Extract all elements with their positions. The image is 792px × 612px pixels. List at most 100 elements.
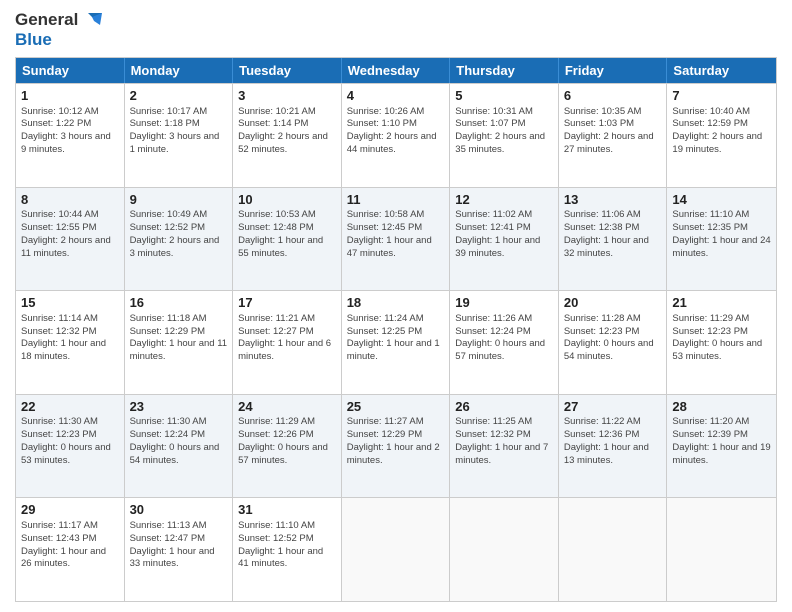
- calendar-cell: 20Sunrise: 11:28 AM Sunset: 12:23 PM Day…: [559, 291, 668, 394]
- day-number: 21: [672, 294, 771, 312]
- calendar-cell: 7Sunrise: 10:40 AM Sunset: 12:59 PM Dayl…: [667, 84, 776, 187]
- day-of-week-header: Monday: [125, 58, 234, 83]
- day-number: 31: [238, 501, 336, 519]
- calendar-cell: [667, 498, 776, 601]
- day-info: Sunrise: 11:28 AM Sunset: 12:23 PM Dayli…: [564, 313, 662, 364]
- calendar-cell: 4Sunrise: 10:26 AM Sunset: 1:10 PM Dayli…: [342, 84, 451, 187]
- calendar-cell: 12Sunrise: 11:02 AM Sunset: 12:41 PM Day…: [450, 188, 559, 291]
- day-of-week-header: Tuesday: [233, 58, 342, 83]
- day-info: Sunrise: 11:29 AM Sunset: 12:26 PM Dayli…: [238, 416, 336, 467]
- header: General Blue: [15, 10, 777, 49]
- calendar-cell: 25Sunrise: 11:27 AM Sunset: 12:29 PM Day…: [342, 395, 451, 498]
- day-number: 5: [455, 87, 553, 105]
- day-info: Sunrise: 10:49 AM Sunset: 12:52 PM Dayli…: [130, 209, 228, 260]
- calendar-row: 15Sunrise: 11:14 AM Sunset: 12:32 PM Day…: [16, 290, 776, 394]
- day-number: 15: [21, 294, 119, 312]
- day-info: Sunrise: 10:12 AM Sunset: 1:22 PM Daylig…: [21, 106, 119, 157]
- day-info: Sunrise: 11:10 AM Sunset: 12:35 PM Dayli…: [672, 209, 771, 260]
- calendar-cell: 3Sunrise: 10:21 AM Sunset: 1:14 PM Dayli…: [233, 84, 342, 187]
- day-info: Sunrise: 11:22 AM Sunset: 12:36 PM Dayli…: [564, 416, 662, 467]
- day-number: 16: [130, 294, 228, 312]
- calendar-cell: 18Sunrise: 11:24 AM Sunset: 12:25 PM Day…: [342, 291, 451, 394]
- calendar-cell: 30Sunrise: 11:13 AM Sunset: 12:47 PM Day…: [125, 498, 234, 601]
- day-number: 10: [238, 191, 336, 209]
- day-number: 7: [672, 87, 771, 105]
- calendar-cell: 27Sunrise: 11:22 AM Sunset: 12:36 PM Day…: [559, 395, 668, 498]
- day-info: Sunrise: 11:24 AM Sunset: 12:25 PM Dayli…: [347, 313, 445, 364]
- day-number: 27: [564, 398, 662, 416]
- day-info: Sunrise: 11:25 AM Sunset: 12:32 PM Dayli…: [455, 416, 553, 467]
- calendar-cell: 13Sunrise: 11:06 AM Sunset: 12:38 PM Day…: [559, 188, 668, 291]
- day-number: 24: [238, 398, 336, 416]
- calendar-cell: 28Sunrise: 11:20 AM Sunset: 12:39 PM Day…: [667, 395, 776, 498]
- calendar-cell: 5Sunrise: 10:31 AM Sunset: 1:07 PM Dayli…: [450, 84, 559, 187]
- day-info: Sunrise: 10:31 AM Sunset: 1:07 PM Daylig…: [455, 106, 553, 157]
- calendar-cell: 10Sunrise: 10:53 AM Sunset: 12:48 PM Day…: [233, 188, 342, 291]
- calendar-row: 8Sunrise: 10:44 AM Sunset: 12:55 PM Dayl…: [16, 187, 776, 291]
- calendar-cell: 6Sunrise: 10:35 AM Sunset: 1:03 PM Dayli…: [559, 84, 668, 187]
- calendar-cell: 11Sunrise: 10:58 AM Sunset: 12:45 PM Day…: [342, 188, 451, 291]
- day-info: Sunrise: 10:35 AM Sunset: 1:03 PM Daylig…: [564, 106, 662, 157]
- day-number: 30: [130, 501, 228, 519]
- calendar-row: 22Sunrise: 11:30 AM Sunset: 12:23 PM Day…: [16, 394, 776, 498]
- day-of-week-header: Sunday: [16, 58, 125, 83]
- day-info: Sunrise: 10:21 AM Sunset: 1:14 PM Daylig…: [238, 106, 336, 157]
- day-of-week-header: Wednesday: [342, 58, 451, 83]
- calendar-cell: 26Sunrise: 11:25 AM Sunset: 12:32 PM Day…: [450, 395, 559, 498]
- calendar-cell: 16Sunrise: 11:18 AM Sunset: 12:29 PM Day…: [125, 291, 234, 394]
- day-number: 6: [564, 87, 662, 105]
- calendar-cell: 15Sunrise: 11:14 AM Sunset: 12:32 PM Day…: [16, 291, 125, 394]
- day-info: Sunrise: 11:13 AM Sunset: 12:47 PM Dayli…: [130, 520, 228, 571]
- day-info: Sunrise: 11:18 AM Sunset: 12:29 PM Dayli…: [130, 313, 228, 364]
- calendar-cell: 8Sunrise: 10:44 AM Sunset: 12:55 PM Dayl…: [16, 188, 125, 291]
- logo: General Blue: [15, 10, 102, 49]
- page: General Blue SundayMondayTuesdayWednesda…: [0, 0, 792, 612]
- day-number: 9: [130, 191, 228, 209]
- day-info: Sunrise: 10:53 AM Sunset: 12:48 PM Dayli…: [238, 209, 336, 260]
- calendar-cell: 19Sunrise: 11:26 AM Sunset: 12:24 PM Day…: [450, 291, 559, 394]
- logo-general: General: [15, 10, 78, 30]
- calendar-cell: 14Sunrise: 11:10 AM Sunset: 12:35 PM Day…: [667, 188, 776, 291]
- day-number: 17: [238, 294, 336, 312]
- day-of-week-header: Saturday: [667, 58, 776, 83]
- day-info: Sunrise: 11:14 AM Sunset: 12:32 PM Dayli…: [21, 313, 119, 364]
- logo-text-block: General Blue: [15, 10, 102, 49]
- day-number: 8: [21, 191, 119, 209]
- day-number: 14: [672, 191, 771, 209]
- day-number: 19: [455, 294, 553, 312]
- calendar-cell: 31Sunrise: 11:10 AM Sunset: 12:52 PM Day…: [233, 498, 342, 601]
- day-info: Sunrise: 11:30 AM Sunset: 12:24 PM Dayli…: [130, 416, 228, 467]
- day-info: Sunrise: 10:17 AM Sunset: 1:18 PM Daylig…: [130, 106, 228, 157]
- calendar-cell: [559, 498, 668, 601]
- calendar: SundayMondayTuesdayWednesdayThursdayFrid…: [15, 57, 777, 602]
- calendar-cell: 2Sunrise: 10:17 AM Sunset: 1:18 PM Dayli…: [125, 84, 234, 187]
- calendar-cell: 1Sunrise: 10:12 AM Sunset: 1:22 PM Dayli…: [16, 84, 125, 187]
- day-number: 2: [130, 87, 228, 105]
- calendar-cell: 22Sunrise: 11:30 AM Sunset: 12:23 PM Day…: [16, 395, 125, 498]
- day-info: Sunrise: 11:27 AM Sunset: 12:29 PM Dayli…: [347, 416, 445, 467]
- day-info: Sunrise: 11:21 AM Sunset: 12:27 PM Dayli…: [238, 313, 336, 364]
- day-number: 23: [130, 398, 228, 416]
- day-info: Sunrise: 11:17 AM Sunset: 12:43 PM Dayli…: [21, 520, 119, 571]
- day-info: Sunrise: 11:02 AM Sunset: 12:41 PM Dayli…: [455, 209, 553, 260]
- day-number: 13: [564, 191, 662, 209]
- day-info: Sunrise: 11:06 AM Sunset: 12:38 PM Dayli…: [564, 209, 662, 260]
- logo-blue: Blue: [15, 30, 102, 50]
- day-number: 28: [672, 398, 771, 416]
- day-number: 29: [21, 501, 119, 519]
- calendar-row: 29Sunrise: 11:17 AM Sunset: 12:43 PM Day…: [16, 497, 776, 601]
- day-number: 1: [21, 87, 119, 105]
- day-info: Sunrise: 10:44 AM Sunset: 12:55 PM Dayli…: [21, 209, 119, 260]
- day-number: 11: [347, 191, 445, 209]
- day-number: 20: [564, 294, 662, 312]
- day-number: 25: [347, 398, 445, 416]
- day-number: 3: [238, 87, 336, 105]
- day-number: 4: [347, 87, 445, 105]
- day-info: Sunrise: 11:20 AM Sunset: 12:39 PM Dayli…: [672, 416, 771, 467]
- logo-bird-icon: [80, 11, 102, 29]
- calendar-cell: 21Sunrise: 11:29 AM Sunset: 12:23 PM Day…: [667, 291, 776, 394]
- calendar-header: SundayMondayTuesdayWednesdayThursdayFrid…: [16, 58, 776, 83]
- calendar-cell: 17Sunrise: 11:21 AM Sunset: 12:27 PM Day…: [233, 291, 342, 394]
- day-info: Sunrise: 10:58 AM Sunset: 12:45 PM Dayli…: [347, 209, 445, 260]
- day-of-week-header: Thursday: [450, 58, 559, 83]
